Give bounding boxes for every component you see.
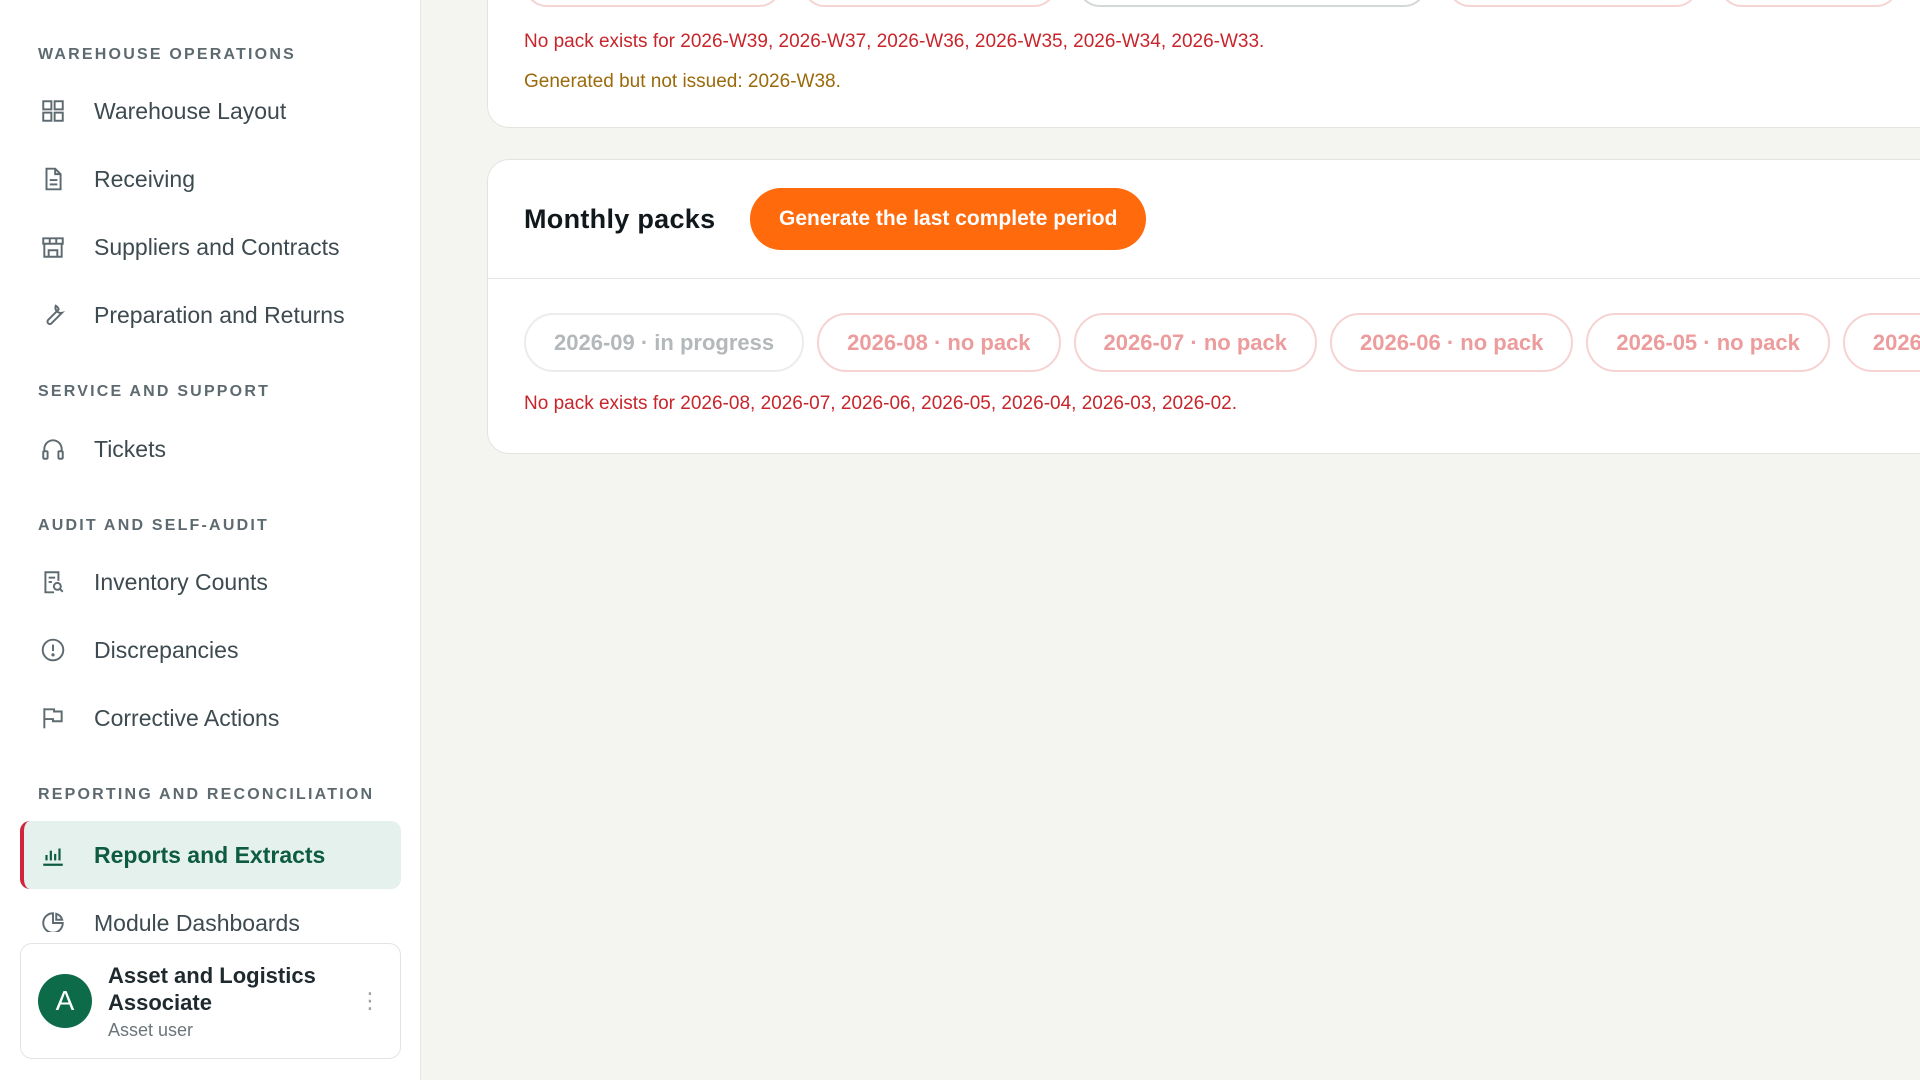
sidebar: WAREHOUSE OPERATIONS Warehouse Layout Re… [0, 0, 421, 1080]
weekly-packs-card: No pack exists for 2026-W39, 2026-W37, 2… [487, 0, 1920, 128]
monthly-packs-header: Monthly packs Generate the last complete… [488, 160, 1920, 279]
user-card[interactable]: A Asset and Logistics Associate Asset us… [20, 943, 401, 1059]
monthly-chip-row: 2026-09 · in progress 2026-08 · no pack … [524, 313, 1920, 372]
sidebar-item-label: Preparation and Returns [94, 301, 345, 328]
pie-chart-icon [38, 908, 68, 932]
headset-icon [38, 434, 68, 464]
avatar: A [38, 974, 92, 1028]
sidebar-item-label: Inventory Counts [94, 568, 268, 595]
generate-last-period-button[interactable]: Generate the last complete period [750, 188, 1147, 250]
sidebar-item-discrepancies[interactable]: Discrepancies [20, 616, 401, 684]
period-chip-no-pack[interactable]: 2026-06 · no pack [1329, 313, 1574, 372]
sidebar-item-label: Suppliers and Contracts [94, 233, 340, 260]
alert-circle-icon [38, 635, 68, 665]
weekly-period-chip[interactable] [524, 0, 782, 7]
sidebar-item-label: Warehouse Layout [94, 97, 287, 124]
nav-section-service-and-support: SERVICE AND SUPPORT [38, 383, 271, 400]
sidebar-item-label: Module Dashboards [94, 909, 300, 933]
weekly-chip-row [524, 0, 1899, 9]
period-chip-no-pack[interactable]: 2026-04 · no pack [1842, 313, 1920, 372]
sidebar-item-module-dashboards[interactable]: Module Dashboards [20, 889, 401, 932]
sidebar-item-reports-and-extracts[interactable]: Reports and Extracts [20, 821, 401, 889]
period-chip-in-progress[interactable]: 2026-09 · in progress [524, 313, 805, 372]
monthly-packs-title: Monthly packs [524, 204, 716, 234]
period-chip-no-pack[interactable]: 2026-08 · no pack [817, 313, 1061, 372]
store-icon [38, 232, 68, 262]
sidebar-item-tickets[interactable]: Tickets [20, 415, 401, 483]
bar-chart-icon [38, 840, 68, 870]
sidebar-item-label: Tickets [94, 435, 166, 462]
monthly-packs-card: Monthly packs Generate the last complete… [487, 159, 1920, 454]
user-role: Asset user [108, 1019, 194, 1040]
wrench-icon [38, 300, 68, 330]
monthly-missing-message: No pack exists for 2026-08, 2026-07, 202… [524, 393, 1238, 414]
sidebar-item-label: Corrective Actions [94, 704, 280, 731]
sidebar-item-warehouse-layout[interactable]: Warehouse Layout [20, 77, 401, 145]
clipboard-search-icon [38, 567, 68, 597]
period-chip-no-pack[interactable]: 2026-07 · no pack [1073, 313, 1317, 372]
weekly-period-chip[interactable] [802, 0, 1057, 7]
nav-section-reporting-and-reconciliation: REPORTING AND RECONCILIATION [38, 786, 375, 803]
user-info: Asset and Logistics Associate Asset user [108, 962, 358, 1041]
document-icon [38, 164, 68, 194]
sidebar-item-inventory-counts[interactable]: Inventory Counts [20, 548, 401, 616]
weekly-period-chip[interactable] [1719, 0, 1899, 7]
nav-section-warehouse-operations: WAREHOUSE OPERATIONS [38, 46, 296, 63]
period-chip-no-pack[interactable]: 2026-05 · no pack [1586, 313, 1830, 372]
nav-section-audit-and-self-audit: AUDIT AND SELF-AUDIT [38, 517, 269, 534]
sidebar-item-label: Discrepancies [94, 636, 239, 663]
sidebar-nav[interactable]: WAREHOUSE OPERATIONS Warehouse Layout Re… [0, 0, 421, 932]
weekly-period-chip[interactable] [1447, 0, 1699, 7]
weekly-not-issued-message: Generated but not issued: 2026-W38. [524, 71, 841, 92]
sidebar-item-label: Reports and Extracts [94, 841, 326, 868]
weekly-period-chip[interactable] [1077, 0, 1427, 7]
sidebar-item-label: Receiving [94, 165, 195, 192]
flag-icon [38, 703, 68, 733]
sidebar-item-corrective-actions[interactable]: Corrective Actions [20, 684, 401, 752]
weekly-missing-message: No pack exists for 2026-W39, 2026-W37, 2… [524, 31, 1265, 52]
sidebar-item-preparation-and-returns[interactable]: Preparation and Returns [20, 281, 401, 349]
more-options-icon[interactable]: ⋮ [358, 988, 382, 1014]
grid-icon [38, 96, 68, 126]
sidebar-item-suppliers-and-contracts[interactable]: Suppliers and Contracts [20, 213, 401, 281]
sidebar-item-receiving[interactable]: Receiving [20, 145, 401, 213]
user-name: Asset and Logistics Associate [108, 962, 316, 1015]
